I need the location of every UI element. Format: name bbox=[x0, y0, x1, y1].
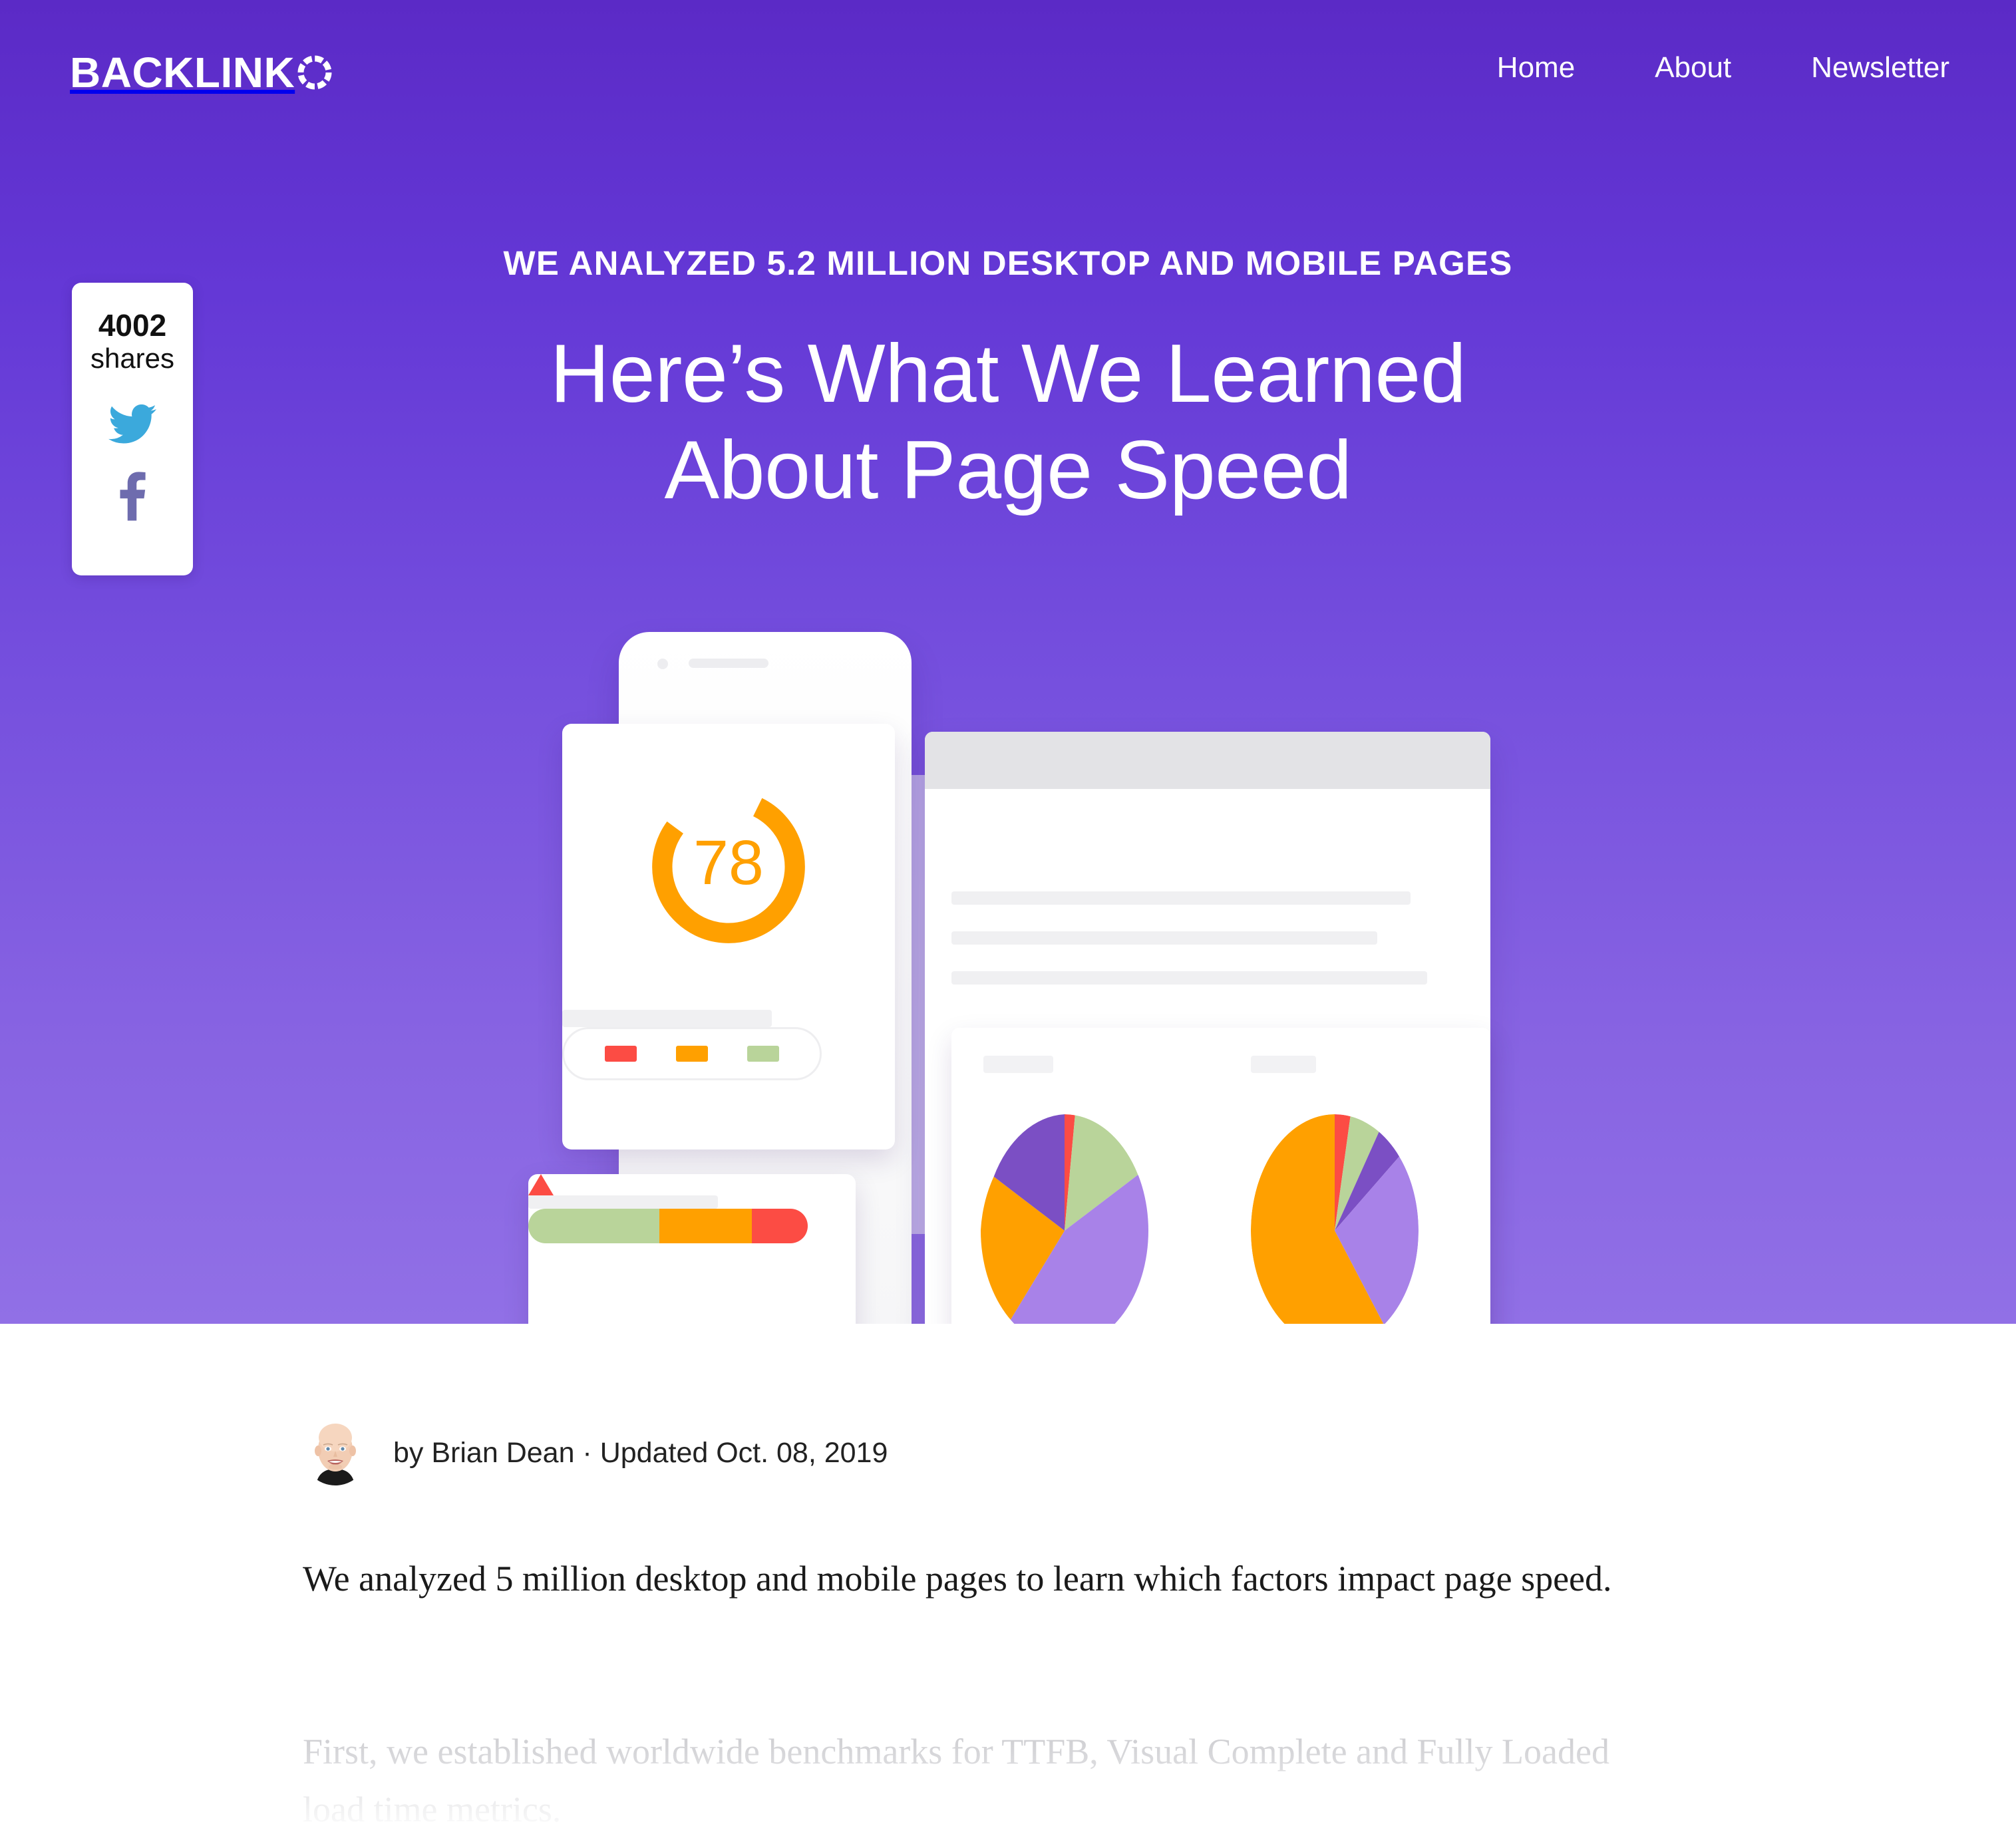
author-avatar bbox=[303, 1420, 368, 1485]
article-paragraph-1: We analyzed 5 million desktop and mobile… bbox=[303, 1559, 1612, 1599]
pie-chart-label bbox=[1251, 1056, 1316, 1073]
legend-swatch-poor bbox=[605, 1046, 637, 1062]
site-logo[interactable]: BACKLINK bbox=[70, 48, 333, 97]
load-time-card bbox=[528, 1174, 856, 1324]
logo-wordmark: BACKLINK bbox=[70, 49, 295, 96]
mobile-pie-chart bbox=[1251, 1114, 1419, 1324]
desktop-pie-chart bbox=[981, 1114, 1148, 1324]
browser-placeholder-line bbox=[951, 971, 1427, 985]
hero-eyebrow: WE ANALYZED 5.2 MILLION DESKTOP AND MOBI… bbox=[503, 244, 1513, 282]
pagespeed-score-card: 78 bbox=[562, 724, 895, 1150]
slider-placeholder-line bbox=[528, 1195, 718, 1209]
main-nav: Home About Newsletter bbox=[1457, 53, 1949, 82]
page-title: Here’s What We Learned About Page Speed bbox=[0, 326, 2016, 519]
browser-placeholder-line bbox=[951, 891, 1411, 905]
site-header: BACKLINK Home About Newsletter bbox=[0, 0, 2016, 166]
bar-segment-average bbox=[659, 1209, 752, 1243]
hero-illustration: 78 bbox=[519, 612, 1504, 1324]
article-paragraph-2: First, we established worldwide benchmar… bbox=[303, 1732, 1609, 1830]
legend-swatch-good bbox=[747, 1046, 779, 1062]
byline: by Brian Dean · Updated Oct. 08, 2019 bbox=[303, 1420, 888, 1485]
phone-camera-dot bbox=[657, 659, 668, 669]
headline-line-2: About Page Speed bbox=[664, 424, 1352, 517]
score-legend bbox=[562, 1027, 822, 1080]
headline-line-1: Here’s What We Learned bbox=[550, 328, 1466, 420]
load-time-bar bbox=[528, 1209, 808, 1243]
mobile-pie-svg bbox=[1251, 1114, 1419, 1324]
byline-text: by Brian Dean · Updated Oct. 08, 2019 bbox=[393, 1436, 888, 1469]
bar-segment-poor bbox=[751, 1209, 808, 1243]
browser-placeholder-line bbox=[951, 931, 1377, 945]
gauge-placeholder-line bbox=[562, 1010, 772, 1027]
pagespeed-score-value: 78 bbox=[693, 828, 764, 898]
pie-chart-label bbox=[983, 1056, 1053, 1073]
bar-segment-good bbox=[528, 1209, 660, 1243]
hero-section: BACKLINK Home About Newsletter 4002 shar… bbox=[0, 0, 2016, 1324]
browser-titlebar bbox=[925, 732, 1490, 789]
desktop-pie-svg bbox=[981, 1114, 1148, 1324]
legend-swatch-average bbox=[675, 1046, 708, 1062]
avatar-image bbox=[303, 1420, 368, 1485]
phone-speaker-bar bbox=[689, 659, 768, 668]
nav-item-about[interactable]: About bbox=[1615, 53, 1771, 82]
warning-triangle-icon bbox=[528, 1174, 554, 1195]
segmented-ring-icon bbox=[297, 55, 332, 90]
pie-charts-card bbox=[951, 1028, 1490, 1324]
nav-item-home[interactable]: Home bbox=[1457, 53, 1615, 82]
nav-item-newsletter[interactable]: Newsletter bbox=[1771, 53, 1949, 82]
